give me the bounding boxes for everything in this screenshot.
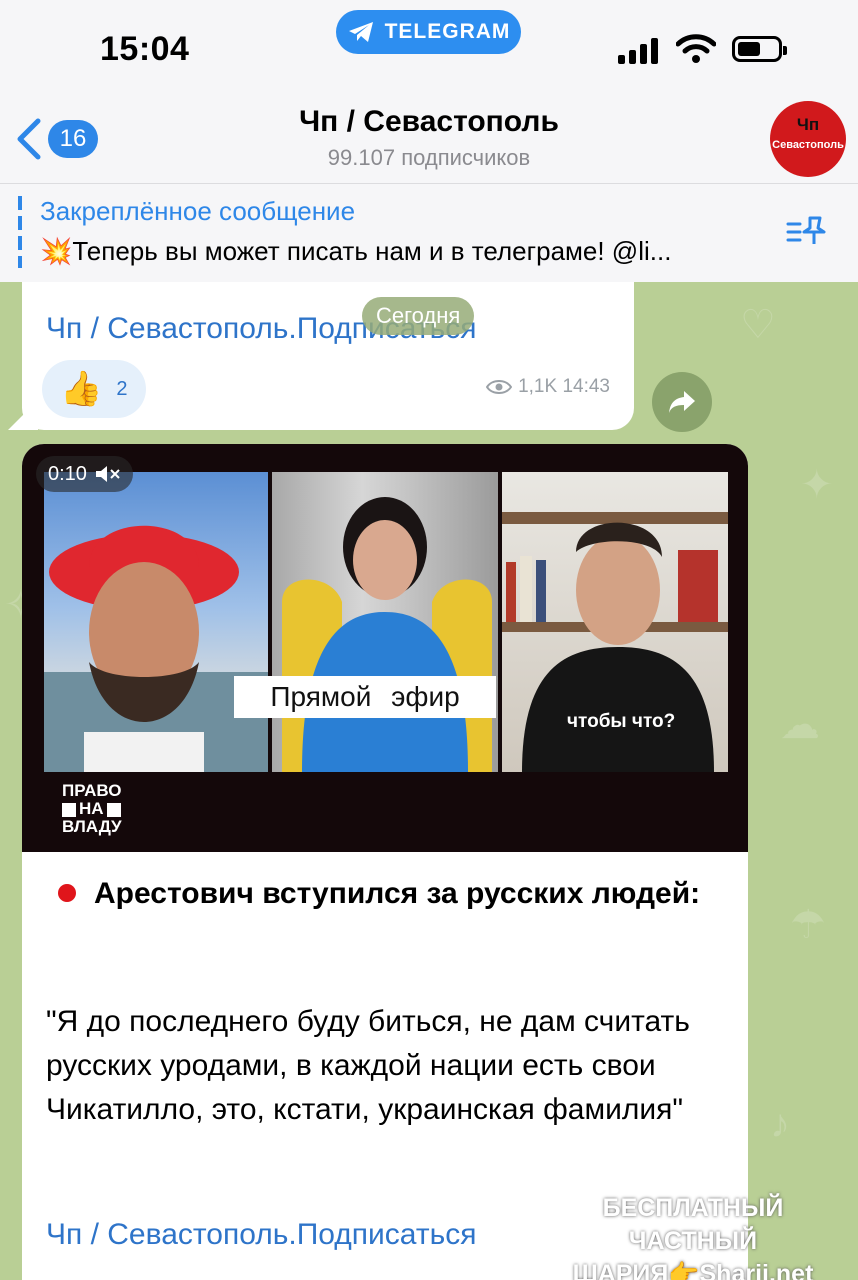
- telegram-pill-label: TELEGRAM: [384, 20, 511, 43]
- telegram-pill[interactable]: TELEGRAM: [336, 10, 521, 54]
- headline-text: Арестович вступился за русских людей:: [94, 877, 701, 910]
- video-duration-text: 0:10: [48, 462, 87, 485]
- logo-line-1: ПРАВО: [62, 781, 122, 800]
- wallpaper-decor: ☂: [790, 903, 826, 947]
- wifi-icon: [676, 34, 716, 63]
- video-panel-right: чтобы что?: [502, 472, 728, 772]
- video-panel-middle: [272, 472, 498, 772]
- thumbs-up-icon: 👍: [60, 370, 103, 408]
- sparkle-emoji-icon: 💥: [40, 236, 73, 266]
- watermark-line-2: ШАРИЯ👉Sharij.net: [572, 1260, 814, 1280]
- battery-icon: [732, 36, 787, 62]
- channel-logo: ПРАВО НА ВЛАДУ: [62, 782, 124, 836]
- avatar-text-top: Чп: [796, 115, 820, 134]
- message-meta: 1,1K 14:43: [486, 376, 610, 398]
- clock: 15:04: [100, 30, 190, 68]
- channel-title[interactable]: Чп / Севастополь: [0, 105, 858, 139]
- logo-line-3: ВЛАДУ: [62, 817, 122, 836]
- red-circle-icon: [58, 884, 76, 903]
- reaction-count: 2: [116, 377, 128, 400]
- logo-line-2: НА: [62, 800, 124, 818]
- message-bubble[interactable]: чтобы что? 0:10 Прямой эфир ПРАВО НА ВЛА…: [22, 444, 748, 1280]
- video-player[interactable]: чтобы что? 0:10 Прямой эфир ПРАВО НА ВЛА…: [22, 444, 748, 852]
- live-broadcast-label: Прямой эфир: [234, 676, 496, 718]
- eye-icon: [486, 380, 513, 394]
- wallpaper-decor: ♪: [770, 1102, 790, 1146]
- woman-figure: [282, 497, 492, 772]
- wallpaper-decor: ✦: [800, 463, 834, 507]
- cellular-signal-icon: [618, 38, 658, 64]
- watermark: БЕСПЛАТНЫЙ ЧАСТНЫЙ ШАРИЯ👉Sharij.net: [548, 1192, 838, 1280]
- muted-speaker-icon[interactable]: [95, 465, 121, 483]
- message-headline: Арестович вступился за русских людей:: [46, 872, 726, 916]
- view-count: 1,1K: [518, 376, 558, 397]
- video-panel-left: [44, 472, 268, 772]
- wallpaper-decor: ♡: [740, 303, 776, 347]
- man-in-hat-figure: [44, 525, 268, 772]
- pin-list-icon[interactable]: [786, 214, 830, 250]
- avatar-text-bottom: Севастополь: [772, 139, 844, 151]
- bubble-tail: [8, 400, 38, 430]
- logo-line-2-text: НА: [79, 799, 104, 818]
- chat-area[interactable]: ♡ ✦ ☁ ☂ ♪ ✧ Чп / Севастополь.Подписаться…: [0, 282, 858, 1280]
- watermark-line-1: БЕСПЛАТНЫЙ ЧАСТНЫЙ: [602, 1194, 784, 1255]
- pinned-text-content: Теперь вы может писать нам и в телеграме…: [72, 236, 672, 266]
- pinned-text: 💥Теперь вы может писать нам и в телеграм…: [40, 236, 671, 267]
- subscriber-count: 99.107 подписчиков: [327, 145, 531, 170]
- man-in-tshirt-figure: чтобы что?: [502, 512, 728, 772]
- channel-avatar[interactable]: Чп Севастополь: [770, 101, 846, 177]
- pinned-indicator: [18, 196, 22, 268]
- pinned-title: Закреплённое сообщение: [40, 196, 356, 226]
- message-quote: "Я до последнего буду биться, не дам счи…: [46, 1005, 690, 1126]
- video-duration: 0:10: [36, 456, 133, 492]
- subscribe-link[interactable]: Чп / Севастополь.Подписаться: [46, 1218, 476, 1252]
- share-arrow-icon: [669, 391, 695, 413]
- telegram-icon: [348, 22, 373, 42]
- reaction-button[interactable]: 👍 2: [42, 360, 146, 418]
- svg-text:чтобы что?: чтобы что?: [567, 711, 675, 732]
- chat-header: 16 Чп / Севастополь 99.107 подписчиков Ч…: [0, 95, 858, 183]
- message-time: 14:43: [562, 376, 610, 397]
- wallpaper-decor: ☁: [780, 703, 820, 747]
- share-button[interactable]: [652, 372, 712, 432]
- date-separator: Сегодня: [362, 297, 475, 335]
- message-bubble[interactable]: Чп / Севастополь.Подписаться 👍 2 1,1K 14…: [8, 282, 634, 430]
- status-bar: 15:04 TELEGRAM: [0, 0, 858, 95]
- pinned-message-bar[interactable]: Закреплённое сообщение 💥Теперь вы может …: [0, 183, 858, 283]
